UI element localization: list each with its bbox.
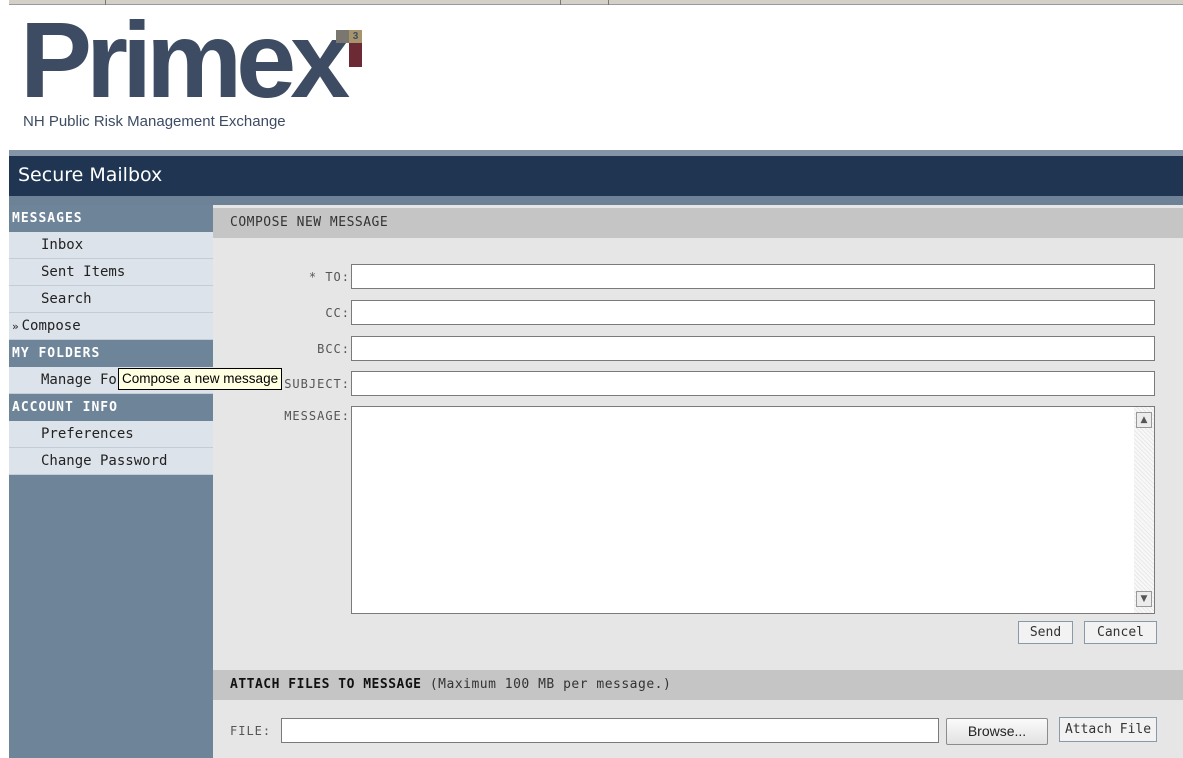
bcc-label: BCC: [317, 342, 350, 356]
sidebar-heading-account-info: ACCOUNT INFO [9, 394, 213, 421]
subject-label: SUBJECT: [284, 377, 350, 391]
sidebar-item-preferences[interactable]: Preferences [9, 421, 213, 448]
to-input[interactable] [351, 264, 1155, 289]
sidebar-item-inbox[interactable]: Inbox [9, 232, 213, 259]
logo-square-tan: 3 [349, 30, 362, 43]
compose-tooltip: Compose a new message [118, 368, 283, 390]
logo-square-gray [336, 30, 349, 43]
attach-file-button[interactable]: Attach File [1059, 717, 1157, 742]
primex-logo-text: Primex [20, 0, 350, 120]
logo-square-maroon [349, 43, 362, 67]
message-textarea[interactable]: ▲ ▼ [351, 406, 1155, 614]
compose-panel: COMPOSE NEW MESSAGE * TO: CC: BCC: SUBJE… [213, 205, 1183, 758]
cc-input[interactable] [351, 300, 1155, 325]
sidebar-heading-my-folders: MY FOLDERS [9, 340, 213, 367]
chevron-right-icon: » [12, 320, 19, 333]
message-scrollbar[interactable]: ▲ ▼ [1134, 407, 1154, 613]
logo-superscript: 3 [352, 31, 359, 42]
site-header: Primex 3 NH Public Risk Management Excha… [9, 5, 1183, 150]
file-path-input[interactable] [281, 718, 939, 743]
bcc-input[interactable] [351, 336, 1155, 361]
title-divider [9, 196, 1183, 205]
sidebar-item-compose[interactable]: » Compose [9, 313, 213, 340]
logo-tagline: NH Public Risk Management Exchange [23, 113, 286, 130]
attach-heading-note: (Maximum 100 MB per message.) [429, 677, 672, 692]
attach-heading: ATTACH FILES TO MESSAGE (Maximum 100 MB … [213, 670, 1183, 700]
title-bar: Secure Mailbox [9, 156, 1183, 196]
cancel-button[interactable]: Cancel [1084, 621, 1157, 644]
sidebar-item-search[interactable]: Search [9, 286, 213, 313]
compose-heading: COMPOSE NEW MESSAGE [213, 208, 1183, 238]
page-title: Secure Mailbox [18, 164, 163, 186]
send-button[interactable]: Send [1018, 621, 1073, 644]
sidebar-nav: MESSAGES Inbox Sent Items Search » Compos… [9, 205, 213, 758]
scroll-down-icon[interactable]: ▼ [1136, 591, 1152, 607]
to-label: * TO: [308, 270, 350, 284]
file-label: FILE: [230, 724, 272, 738]
attach-heading-title: ATTACH FILES TO MESSAGE [230, 677, 422, 692]
scroll-up-icon[interactable]: ▲ [1136, 412, 1152, 428]
sidebar-item-change-password[interactable]: Change Password [9, 448, 213, 475]
subject-input[interactable] [351, 371, 1155, 396]
sidebar-heading-messages: MESSAGES [9, 205, 213, 232]
sidebar-item-sent-items[interactable]: Sent Items [9, 259, 213, 286]
browse-button[interactable]: Browse... [946, 718, 1048, 745]
frame-left-edge [0, 0, 9, 758]
cc-label: CC: [325, 306, 350, 320]
sidebar-item-label: Compose [21, 318, 81, 334]
message-label: MESSAGE: [284, 409, 350, 423]
